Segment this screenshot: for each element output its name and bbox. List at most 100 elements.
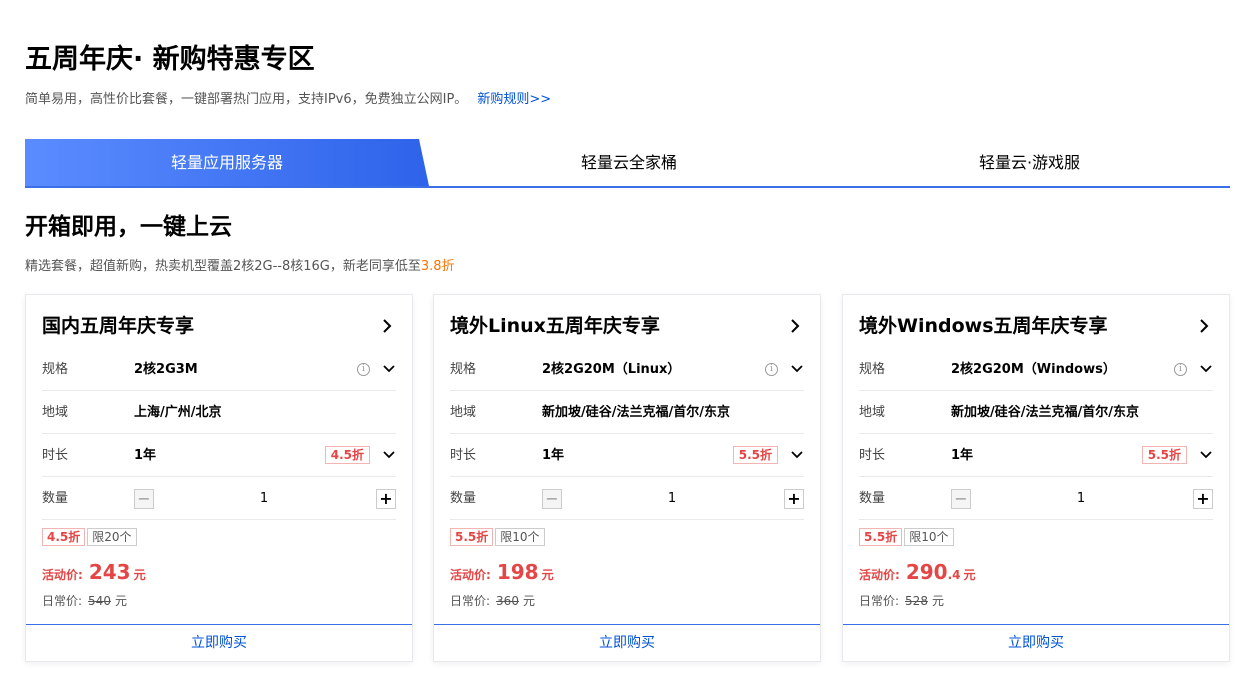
duration-discount-badge: 5.5折 [1141, 446, 1187, 464]
quantity-label: 数量 [450, 491, 477, 506]
tab-label: 轻量云全家桶 [580, 153, 677, 172]
chevron-right-icon[interactable] [378, 317, 396, 335]
quantity-value[interactable]: 1 [158, 477, 370, 520]
card-title: 国内五周年庆专享 [42, 315, 195, 337]
price-unit: 元 [931, 594, 944, 608]
info-icon[interactable]: i [357, 363, 370, 376]
activity-price-label: 活动价: [859, 568, 900, 582]
region-row: 地域 上海/广州/北京 [42, 391, 396, 434]
duration-row: 时长 1年 5.5折 [450, 434, 804, 477]
region-value: 新加坡/硅谷/法兰克福/首尔/东京 [542, 405, 730, 420]
regular-price-label: 日常价: [859, 594, 900, 608]
product-card-overseas-linux: 境外Linux五周年庆专享 规格 2核2G20M（Linux） i 地域 新加坡… [433, 294, 821, 662]
price-unit: 元 [114, 594, 127, 608]
buy-now-button[interactable]: 立即购买 [26, 624, 412, 661]
promo-tags: 4.5折 限20个 [42, 528, 139, 546]
regular-price: 日常价: 360 元 [450, 592, 535, 609]
chevron-down-icon[interactable] [1199, 362, 1213, 376]
quantity-increase-button[interactable]: + [376, 489, 396, 509]
spec-label: 规格 [42, 362, 69, 377]
activity-price-label: 活动价: [42, 568, 83, 582]
chevron-down-icon[interactable] [382, 362, 396, 376]
quantity-decrease-button[interactable]: − [542, 489, 562, 509]
chevron-down-icon[interactable] [790, 362, 804, 376]
section-title: 开箱即用，一键上云 [25, 214, 232, 240]
duration-value: 1年 [134, 448, 157, 463]
card-title: 境外Windows五周年庆专享 [859, 315, 1108, 337]
chevron-down-icon[interactable] [1199, 448, 1213, 462]
tab-lighthouse-bundle[interactable]: 轻量云全家桶 [429, 139, 829, 186]
info-icon[interactable]: i [1174, 363, 1187, 376]
activity-price-decimal: .4 [947, 568, 961, 582]
activity-price-value: 243 [88, 560, 131, 584]
spec-value: 2核2G20M（Linux） [542, 362, 681, 377]
regular-price-label: 日常价: [42, 594, 83, 608]
quantity-decrease-button[interactable]: − [134, 489, 154, 509]
limit-tag: 限10个 [495, 528, 545, 546]
duration-label: 时长 [450, 448, 477, 463]
quantity-increase-button[interactable]: + [1193, 489, 1213, 509]
duration-label: 时长 [859, 448, 886, 463]
region-value: 新加坡/硅谷/法兰克福/首尔/东京 [951, 405, 1139, 420]
purchase-rules-link[interactable]: 新购规则>> [477, 92, 551, 107]
card-title: 境外Linux五周年庆专享 [450, 315, 660, 337]
regular-price-value: 360 [496, 594, 519, 608]
duration-value: 1年 [542, 448, 565, 463]
activity-price-value: 198 [496, 560, 539, 584]
activity-price-value: 290 [905, 560, 948, 584]
buy-now-button[interactable]: 立即购买 [434, 624, 820, 661]
chevron-down-icon[interactable] [382, 448, 396, 462]
activity-price: 活动价: 243 元 [42, 560, 146, 586]
subtitle-text: 简单易用，高性价比套餐，一键部署热门应用，支持IPv6，免费独立公网IP。 [25, 92, 468, 107]
region-label: 地域 [42, 405, 69, 420]
regular-price-value: 528 [905, 594, 928, 608]
quantity-row: 数量 − 1 + [450, 477, 804, 520]
tab-lighthouse-server[interactable]: 轻量应用服务器 [25, 139, 429, 186]
discount-highlight: 3.8折 [420, 259, 455, 274]
region-label: 地域 [859, 405, 886, 420]
duration-discount-badge: 4.5折 [324, 446, 370, 464]
promo-tags: 5.5折 限10个 [859, 528, 956, 546]
regular-price-value: 540 [88, 594, 111, 608]
spec-value: 2核2G20M（Windows） [951, 362, 1116, 377]
quantity-decrease-button[interactable]: − [951, 489, 971, 509]
quantity-label: 数量 [859, 491, 886, 506]
duration-discount-badge: 5.5折 [732, 446, 778, 464]
regular-price-label: 日常价: [450, 594, 491, 608]
price-unit: 元 [963, 568, 976, 582]
quantity-row: 数量 − 1 + [859, 477, 1213, 520]
activity-price: 活动价: 290.4 元 [859, 560, 976, 586]
tab-label: 轻量云·游戏服 [978, 153, 1081, 172]
limit-tag: 限20个 [87, 528, 137, 546]
price-unit: 元 [522, 594, 535, 608]
quantity-row: 数量 − 1 + [42, 477, 396, 520]
price-unit: 元 [541, 568, 554, 582]
chevron-right-icon[interactable] [786, 317, 804, 335]
card-header: 境外Linux五周年庆专享 [450, 313, 804, 339]
spec-value: 2核2G3M [134, 362, 198, 377]
quantity-value[interactable]: 1 [975, 477, 1187, 520]
region-value: 上海/广州/北京 [134, 405, 222, 420]
region-row: 地域 新加坡/硅谷/法兰克福/首尔/东京 [859, 391, 1213, 434]
info-icon[interactable]: i [765, 363, 778, 376]
chevron-right-icon[interactable] [1195, 317, 1213, 335]
quantity-increase-button[interactable]: + [784, 489, 804, 509]
section-subtitle: 精选套餐，超值新购，热卖机型覆盖2核2G--8核16G，新老同享低至3.8折 [25, 255, 455, 274]
duration-row: 时长 1年 4.5折 [42, 434, 396, 477]
limit-tag: 限10个 [904, 528, 954, 546]
price-unit: 元 [133, 568, 146, 582]
quantity-value[interactable]: 1 [566, 477, 778, 520]
promo-tags: 5.5折 限10个 [450, 528, 547, 546]
regular-price: 日常价: 540 元 [42, 592, 127, 609]
discount-tag: 5.5折 [450, 528, 494, 546]
buy-now-button[interactable]: 立即购买 [843, 624, 1229, 661]
duration-row: 时长 1年 5.5折 [859, 434, 1213, 477]
page-title: 五周年庆· 新购特惠专区 [25, 44, 315, 75]
product-card-domestic: 国内五周年庆专享 规格 2核2G3M i 地域 上海/广州/北京 时长 1年 4… [25, 294, 413, 662]
duration-value: 1年 [951, 448, 974, 463]
tab-lighthouse-game[interactable]: 轻量云·游戏服 [829, 139, 1230, 186]
product-card-overseas-windows: 境外Windows五周年庆专享 规格 2核2G20M（Windows） i 地域… [842, 294, 1230, 662]
region-label: 地域 [450, 405, 477, 420]
spec-row: 规格 2核2G20M（Linux） i [450, 348, 804, 391]
chevron-down-icon[interactable] [790, 448, 804, 462]
